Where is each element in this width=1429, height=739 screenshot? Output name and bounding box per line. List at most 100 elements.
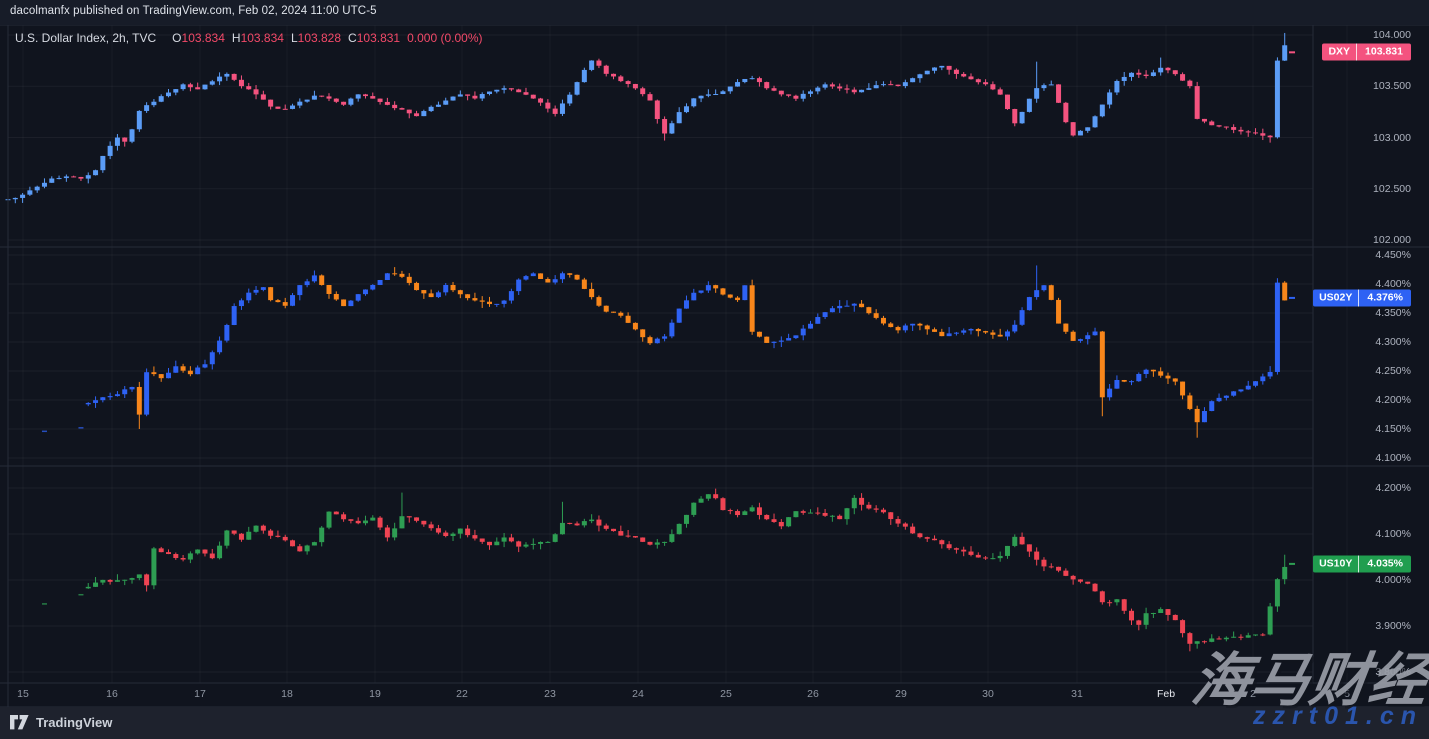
candle-body — [713, 494, 718, 498]
price-badge-dxy[interactable]: DXY103.831 — [1322, 44, 1411, 61]
candle-body — [626, 536, 631, 537]
doji-mark — [78, 427, 83, 429]
candle-body — [159, 374, 164, 378]
price-badge-us02y[interactable]: US02Y4.376% — [1313, 289, 1411, 306]
badge-price: 103.831 — [1356, 44, 1411, 61]
candle-body — [27, 190, 32, 194]
candle-body — [86, 587, 91, 588]
time-axis-label[interactable]: 18 — [281, 688, 293, 700]
price-tick-us10y[interactable]: 3.900% — [1341, 620, 1411, 632]
time-axis-label[interactable]: 24 — [632, 688, 644, 700]
time-axis-label[interactable]: 19 — [369, 688, 381, 700]
time-axis-label[interactable]: 25 — [720, 688, 732, 700]
candle-body — [844, 306, 849, 307]
price-tick-us02y[interactable]: 4.150% — [1341, 423, 1411, 435]
price-tick-dxy[interactable]: 103.000 — [1341, 132, 1411, 144]
price-tick-us02y[interactable]: 4.100% — [1341, 452, 1411, 464]
price-tick-us10y[interactable]: 4.200% — [1341, 482, 1411, 494]
candle-body — [480, 300, 485, 301]
candle-body — [429, 107, 434, 111]
tradingview-brand[interactable]: TradingView — [10, 715, 112, 730]
candle-body — [801, 329, 806, 336]
candlestick-chart-canvas[interactable] — [0, 0, 1429, 739]
candle-body — [888, 512, 893, 519]
candle-body — [100, 156, 105, 170]
time-axis-label[interactable]: 15 — [17, 688, 29, 700]
candle-body — [217, 341, 222, 353]
candle-body — [465, 94, 470, 95]
candle-body — [327, 96, 332, 98]
candle-body — [392, 105, 397, 108]
candle-body — [451, 97, 456, 101]
candle-body — [1041, 560, 1046, 567]
price-tick-dxy[interactable]: 104.000 — [1341, 29, 1411, 41]
candle-body — [830, 516, 835, 517]
candle-body — [487, 92, 492, 94]
price-tick-us02y[interactable]: 4.450% — [1341, 249, 1411, 261]
candle-body — [327, 285, 332, 294]
badge-price: 4.035% — [1358, 555, 1411, 572]
candle-body — [1202, 411, 1207, 422]
time-axis-label[interactable]: 16 — [106, 688, 118, 700]
symbol-legend[interactable]: U.S. Dollar Index, 2h, TVCO103.834H103.8… — [15, 31, 483, 45]
candle-body — [917, 324, 922, 326]
candle-body — [436, 528, 441, 532]
time-axis-label[interactable]: 31 — [1071, 688, 1083, 700]
candle-body — [334, 99, 339, 102]
candle-body — [699, 290, 704, 292]
candle-body — [319, 528, 324, 543]
candle-body — [1136, 73, 1141, 75]
time-axis-label[interactable]: 17 — [194, 688, 206, 700]
candle-body — [78, 177, 83, 179]
time-axis-label[interactable]: 23 — [544, 688, 556, 700]
candle-body — [1151, 613, 1156, 614]
candle-body — [290, 106, 295, 109]
candle-body — [1122, 77, 1127, 81]
candle-body — [808, 324, 813, 329]
candle-body — [976, 329, 981, 331]
candle-body — [706, 94, 711, 95]
candle-body — [297, 285, 302, 295]
price-tick-dxy[interactable]: 103.500 — [1341, 80, 1411, 92]
candle-body — [130, 129, 135, 141]
candle-body — [779, 91, 784, 95]
candle-body — [451, 285, 456, 290]
candle-body — [1107, 92, 1112, 104]
price-tick-us10y[interactable]: 4.100% — [1341, 528, 1411, 540]
price-tick-us02y[interactable]: 4.200% — [1341, 394, 1411, 406]
candle-body — [538, 99, 543, 103]
candle-body — [961, 74, 966, 76]
candle-body — [122, 580, 127, 581]
candle-body — [108, 396, 113, 397]
price-tick-us10y[interactable]: 4.000% — [1341, 574, 1411, 586]
price-tick-us02y[interactable]: 4.250% — [1341, 365, 1411, 377]
time-axis-label[interactable]: 29 — [895, 688, 907, 700]
candle-body — [648, 337, 653, 343]
time-axis-label[interactable]: 30 — [982, 688, 994, 700]
time-axis-label[interactable]: Feb — [1157, 688, 1175, 700]
candle-body — [640, 329, 645, 337]
candle-body — [939, 66, 944, 68]
candle-body — [903, 524, 908, 527]
time-axis-label[interactable]: 26 — [807, 688, 819, 700]
candle-body — [837, 516, 842, 519]
time-axis-label[interactable]: 22 — [456, 688, 468, 700]
price-tick-us02y[interactable]: 4.400% — [1341, 278, 1411, 290]
candle-body — [246, 293, 251, 301]
candle-body — [735, 298, 740, 300]
price-tick-us02y[interactable]: 4.350% — [1341, 307, 1411, 319]
price-tick-dxy[interactable]: 102.500 — [1341, 183, 1411, 195]
price-tick-us02y[interactable]: 4.300% — [1341, 336, 1411, 348]
price-tick-dxy[interactable]: 102.000 — [1341, 234, 1411, 246]
candle-body — [1180, 382, 1185, 396]
candle-body — [399, 108, 404, 110]
price-badge-us10y[interactable]: US10Y4.035% — [1313, 555, 1411, 572]
candle-body — [151, 372, 156, 374]
candle-body — [735, 511, 740, 515]
candle-body — [998, 89, 1003, 94]
candle-body — [392, 528, 397, 537]
current-bar-dash — [1289, 297, 1295, 299]
candle-body — [100, 580, 105, 583]
candle-body — [720, 91, 725, 94]
candle-body — [932, 329, 937, 332]
